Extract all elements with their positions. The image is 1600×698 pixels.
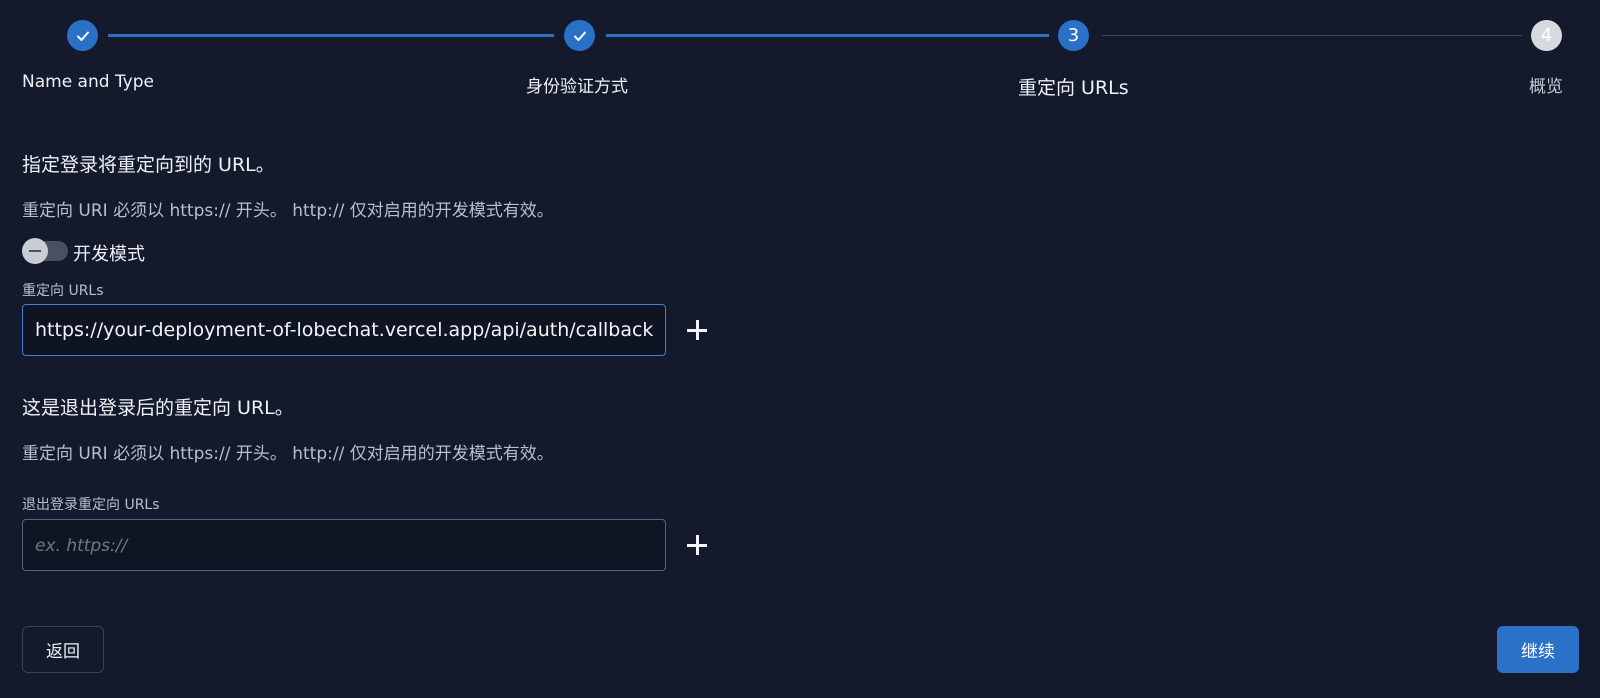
dev-mode-label: 开发模式 xyxy=(73,244,145,265)
logout-redirect-urls-label: 退出登录重定向 URLs xyxy=(22,497,160,513)
step-2-check-icon[interactable] xyxy=(564,20,595,51)
step-4-number[interactable]: 4 xyxy=(1531,20,1562,51)
step-connector-1 xyxy=(108,34,554,37)
add-logout-url-plus-icon[interactable] xyxy=(684,532,710,558)
step-connector-2 xyxy=(606,34,1049,37)
add-redirect-url-plus-icon[interactable] xyxy=(684,317,710,343)
redirect-urls-wizard-page: 3 4 Name and Type 身份验证方式 重定向 URLs 概览 指定登… xyxy=(0,0,1600,698)
step-1-label: Name and Type xyxy=(22,72,154,92)
step-connector-3 xyxy=(1102,35,1522,36)
logout-redirect-url-input[interactable] xyxy=(22,519,666,571)
step-3-label: 重定向 URLs xyxy=(1018,77,1129,99)
step-3-number[interactable]: 3 xyxy=(1058,20,1089,51)
back-button[interactable]: 返回 xyxy=(22,626,104,673)
logout-description: 重定向 URI 必须以 https:// 开头。 http:// 仅对启用的开发… xyxy=(22,444,554,464)
redirect-urls-label: 重定向 URLs xyxy=(22,283,104,299)
dev-mode-toggle[interactable] xyxy=(22,238,68,264)
redirect-heading: 指定登录将重定向到的 URL。 xyxy=(22,154,275,176)
step-4-label: 概览 xyxy=(1529,77,1563,97)
redirect-url-input[interactable] xyxy=(22,304,666,356)
logout-heading: 这是退出登录后的重定向 URL。 xyxy=(22,397,294,419)
step-2-label: 身份验证方式 xyxy=(526,77,628,97)
toggle-knob xyxy=(22,238,48,264)
continue-button[interactable]: 继续 xyxy=(1497,626,1579,673)
step-1-check-icon[interactable] xyxy=(67,20,98,51)
redirect-description: 重定向 URI 必须以 https:// 开头。 http:// 仅对启用的开发… xyxy=(22,201,554,221)
